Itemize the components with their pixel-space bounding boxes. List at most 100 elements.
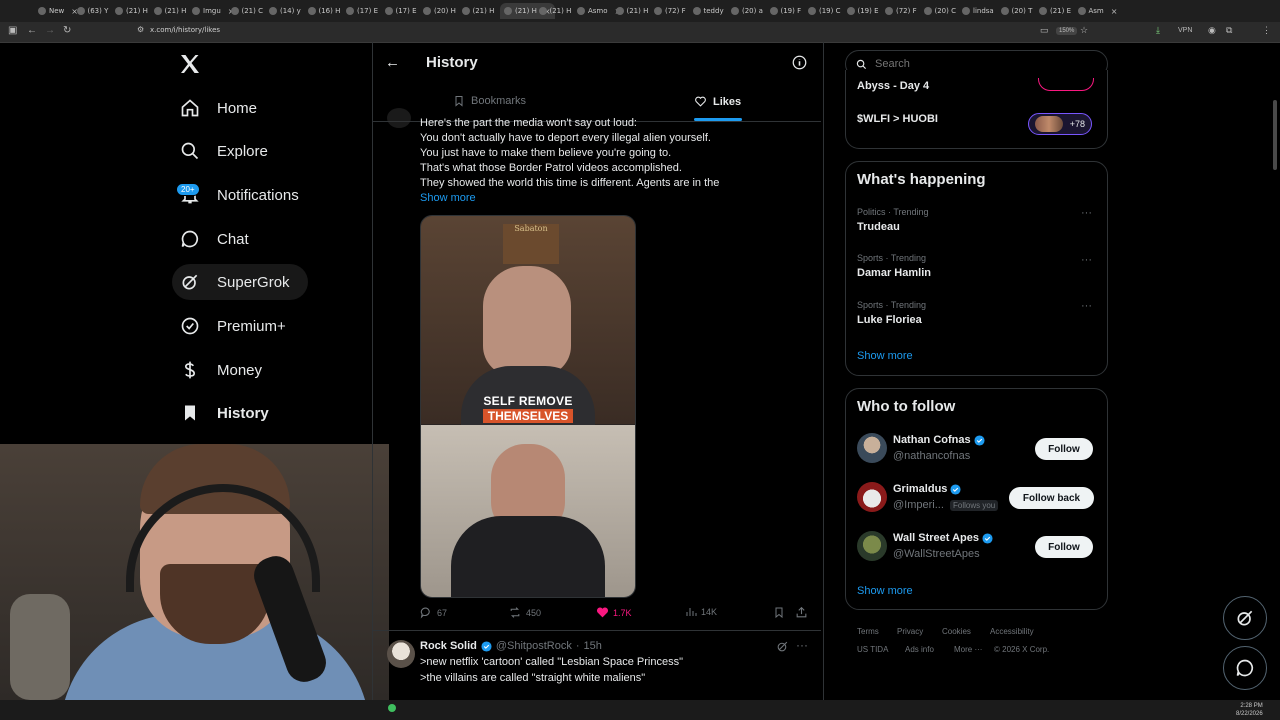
chat-fab[interactable] [1223,646,1267,690]
author-name[interactable]: Rock Solid [420,640,477,652]
trend-more-icon[interactable]: ··· [1081,254,1092,266]
tweet-video[interactable]: Sabaton SELF REMOVE THEMSELVES [420,215,636,598]
tab-label: (19) C [819,7,841,15]
follow-handle[interactable]: @Imperi... [893,499,944,511]
app-icon[interactable] [388,704,396,712]
search-input[interactable] [873,57,1097,71]
tweet-time[interactable]: 15h [584,640,602,652]
verified-icon [982,532,993,544]
footer-ads-info[interactable]: Ads info [905,645,934,654]
browser-tab[interactable]: Imgu× [192,3,234,19]
share-button[interactable] [795,606,808,619]
tab-favicon-icon [769,7,778,15]
avatar[interactable] [857,482,887,512]
trends-show-more[interactable]: Show more [857,350,913,362]
nav-home[interactable]: Home [172,90,275,126]
profile-icon[interactable]: ◉ [1208,25,1216,36]
follow-name[interactable]: Grimaldus [893,483,961,495]
tab-likes[interactable]: Likes [694,95,741,108]
footer-cookies[interactable]: Cookies [942,627,971,636]
show-more-link[interactable]: Show more [420,192,476,204]
follow-handle[interactable]: @nathancofnas [893,450,970,462]
avatar[interactable] [387,640,415,668]
more-icon[interactable]: ··· [796,638,808,652]
clock[interactable]: 2:28 PM 8/22/2026 [1236,702,1263,718]
tab-label: (21) H [472,7,495,15]
like-button[interactable]: 1.7K [596,606,632,619]
vpn-button[interactable]: VPN [1178,27,1192,34]
reply-count: 67 [437,607,448,618]
follow-back-button[interactable]: Follow back [1009,487,1094,509]
tab-label: (20) a [742,7,763,15]
nav-premium[interactable]: Premium+ [172,308,304,344]
reply-button[interactable]: 67 [420,606,447,619]
download-icon[interactable]: ⤓ [1156,25,1160,36]
browser-tab[interactable]: New × [38,3,78,19]
page-title: History [426,54,478,71]
footer-terms[interactable]: Terms [857,627,879,636]
nav-chat[interactable]: Chat [172,221,267,257]
follow-handle[interactable]: @WallStreetApes [893,548,980,560]
avatar[interactable] [387,108,411,128]
trend-name[interactable]: Damar Hamlin [857,267,931,279]
x-logo[interactable] [178,52,202,81]
follow-show-more[interactable]: Show more [857,585,913,597]
bookmark-star-icon[interactable]: ☆ [1080,25,1088,36]
trend-more-icon[interactable]: ··· [1081,207,1092,219]
nav-explore[interactable]: Explore [172,133,286,169]
repost-button[interactable]: 450 [508,606,541,619]
poster: Sabaton [503,224,559,264]
back-arrow-icon[interactable]: ← [385,54,400,71]
footer-tida[interactable]: US TIDA [857,645,888,654]
scrollbar-thumb[interactable] [1273,100,1277,170]
bookmark-button[interactable] [773,606,785,619]
tab-favicon-icon [923,7,932,15]
clock-date: 8/22/2026 [1236,711,1263,717]
footer-accessibility[interactable]: Accessibility [990,627,1034,636]
tweet-header: Rock Solid @ShitpostRock · 15h [420,640,602,652]
avatar[interactable] [857,531,887,561]
tab-favicon-icon [346,7,354,15]
nav-money[interactable]: Money [172,352,280,388]
zoom-badge[interactable]: 150% [1056,27,1078,35]
follow-name[interactable]: Nathan Cofnas [893,434,985,446]
back-icon[interactable]: ← [27,25,37,36]
space-listeners[interactable]: +78 [1028,113,1092,135]
author-handle[interactable]: @ShitpostRock [496,640,572,652]
follow-button[interactable]: Follow [1035,536,1093,558]
verified-badge-icon [181,317,199,335]
extensions-icon[interactable]: ⧉ [1226,25,1232,36]
forward-icon[interactable]: → [45,25,55,36]
nav-history[interactable]: History [172,395,287,431]
footer-privacy[interactable]: Privacy [897,627,923,636]
url-field[interactable]: x.com/i/history/likes [150,26,220,34]
sidebar-toggle-icon[interactable]: ▣ [8,25,17,36]
reply-icon [420,607,430,619]
space-listeners[interactable] [1038,78,1094,91]
dollar-icon [184,361,196,379]
browser-tab[interactable]: Asm × [1077,3,1118,19]
menu-icon[interactable]: ⋮ [1262,25,1271,36]
space-title[interactable]: $WLFI > HUOBI [857,113,938,125]
trend-name[interactable]: Trudeau [857,221,900,233]
space-title[interactable]: Abyss - Day 4 [857,80,929,92]
follow-name[interactable]: Wall Street Apes [893,532,993,544]
trend-more-icon[interactable]: ··· [1081,300,1092,312]
screen-icon[interactable]: ▭ [1040,25,1049,36]
tab-label: (21) E [1050,7,1072,15]
grok-icon[interactable] [776,640,789,658]
grok-fab[interactable] [1223,596,1267,640]
site-info-icon[interactable]: ⚙ [137,25,144,34]
tab-close-icon[interactable]: × [1111,7,1118,16]
follow-button[interactable]: Follow [1035,438,1093,460]
footer-more[interactable]: More ··· [954,645,982,654]
info-icon[interactable] [792,55,807,75]
tab-bookmarks[interactable]: Bookmarks [453,95,526,107]
nav-supergrok[interactable]: SuperGrok [172,264,308,300]
avatar[interactable] [857,433,887,463]
views-button[interactable]: 14K [685,606,717,618]
reload-icon[interactable]: ↻ [63,25,71,36]
tab-label: (72) F [665,7,686,15]
tab-favicon-icon [731,7,739,15]
trend-name[interactable]: Luke Floriea [857,314,922,326]
